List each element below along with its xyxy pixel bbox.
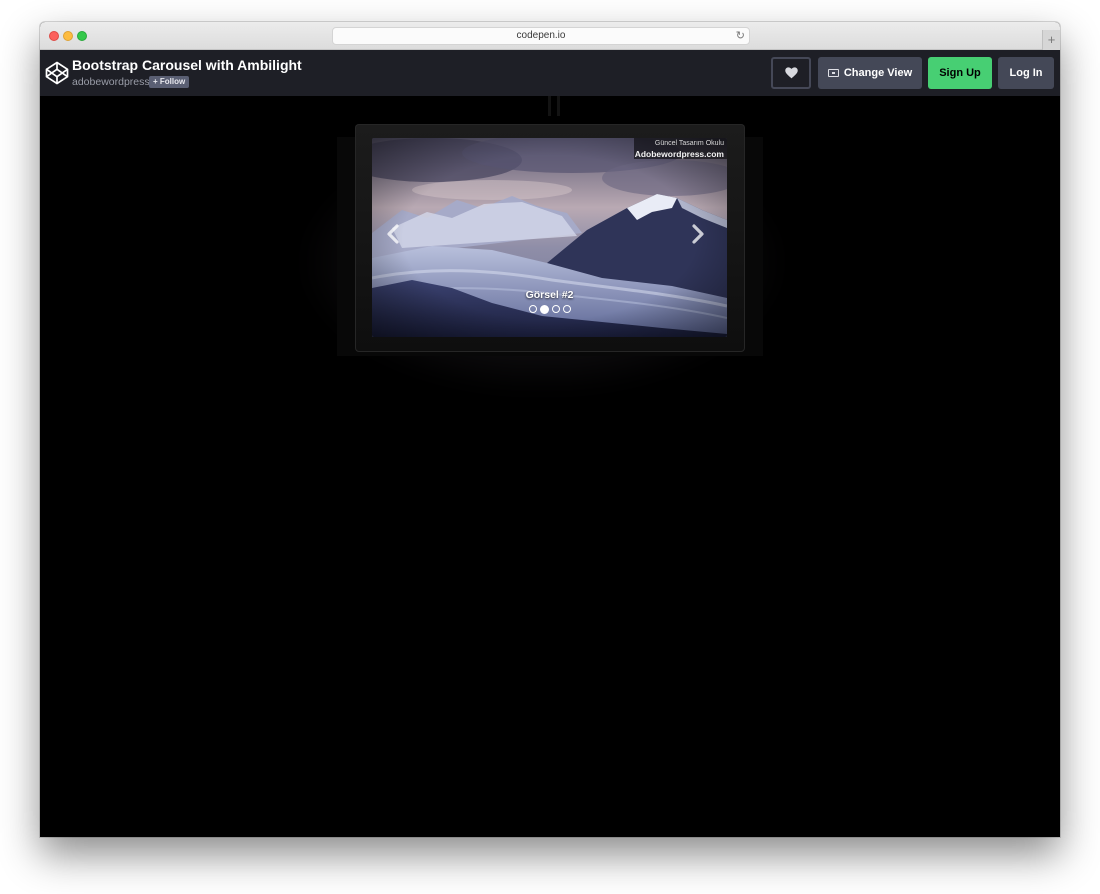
tv-frame: Güncel Tasarım Okulu Adobewordpress.com … xyxy=(355,124,745,352)
divider xyxy=(548,96,551,116)
minimize-window-button[interactable] xyxy=(63,31,73,41)
watermark-site: Adobewordpress.com xyxy=(634,149,724,159)
sign-up-button[interactable]: Sign Up xyxy=(928,57,992,89)
heart-icon xyxy=(784,67,798,79)
change-view-label: Change View xyxy=(843,67,913,79)
slide-caption: Görsel #2 xyxy=(525,289,574,301)
browser-toolbar: codepen.io ↻ + xyxy=(40,22,1060,50)
reload-icon[interactable]: ↻ xyxy=(736,29,745,43)
carousel: Güncel Tasarım Okulu Adobewordpress.com … xyxy=(372,138,727,337)
carousel-prev-button[interactable] xyxy=(386,224,408,248)
change-view-button[interactable]: Change View xyxy=(818,57,922,89)
chevron-left-icon xyxy=(387,224,399,244)
carousel-indicator[interactable] xyxy=(551,305,560,313)
log-in-button[interactable]: Log In xyxy=(998,57,1054,89)
love-button[interactable] xyxy=(771,57,811,89)
codepen-logo-icon[interactable] xyxy=(45,61,69,85)
pen-author-link[interactable]: adobewordpress xyxy=(72,76,150,88)
browser-window: codepen.io ↻ + Bootstrap Carousel with A… xyxy=(40,22,1060,837)
url-text: codepen.io xyxy=(516,30,566,41)
follow-button[interactable]: + Follow xyxy=(149,76,190,88)
divider xyxy=(557,96,560,116)
carousel-next-button[interactable] xyxy=(691,224,713,248)
carousel-indicator-active[interactable] xyxy=(539,304,549,314)
chevron-right-icon xyxy=(692,224,704,244)
pen-title: Bootstrap Carousel with Ambilight xyxy=(72,57,302,73)
carousel-indicator[interactable] xyxy=(528,305,537,313)
zoom-window-button[interactable] xyxy=(77,31,87,41)
codepen-header: Bootstrap Carousel with Ambilight adobew… xyxy=(40,50,1060,96)
close-window-button[interactable] xyxy=(49,31,59,41)
address-bar[interactable]: codepen.io ↻ xyxy=(332,27,750,45)
carousel-indicator[interactable] xyxy=(562,305,571,313)
pen-preview: Güncel Tasarım Okulu Adobewordpress.com … xyxy=(40,96,1060,837)
new-tab-button[interactable]: + xyxy=(1042,30,1060,50)
watermark: Güncel Tasarım Okulu Adobewordpress.com xyxy=(634,138,727,159)
watermark-tagline: Güncel Tasarım Okulu xyxy=(654,140,724,147)
layout-icon xyxy=(827,69,839,77)
carousel-indicators xyxy=(372,304,727,314)
